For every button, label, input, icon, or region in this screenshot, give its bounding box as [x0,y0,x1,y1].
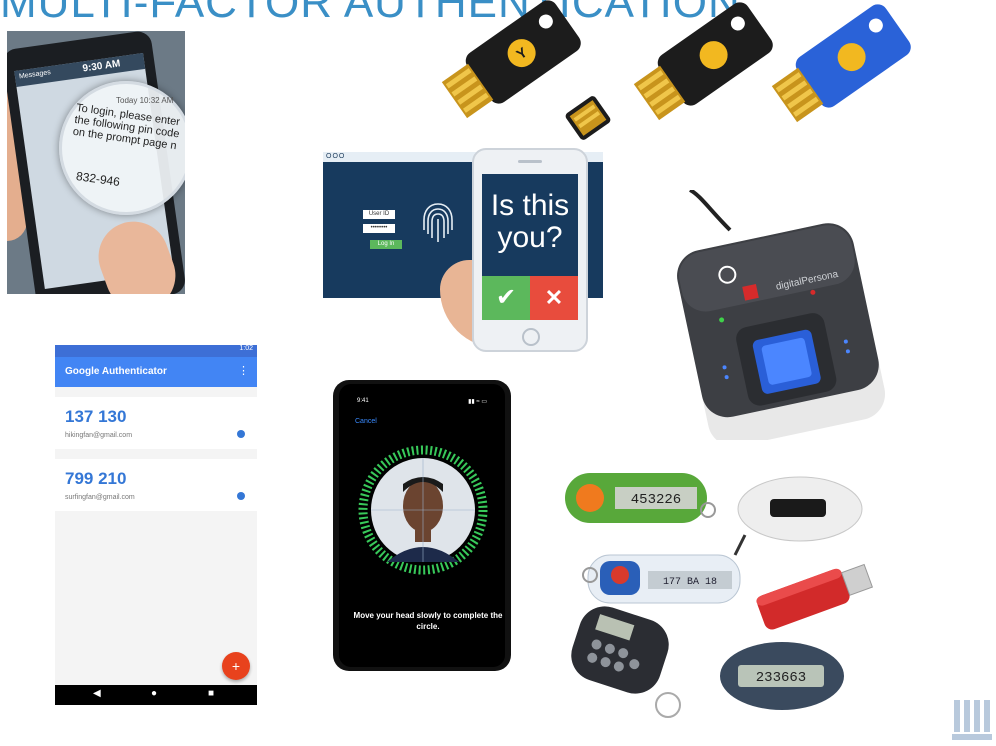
yubikey-nano [565,96,611,140]
otp-tokens-image: 453226 177 BA 18 233663 [565,473,874,718]
android-nav-bar: ◀ ● ■ [55,685,257,705]
face-id-instruction: Move your head slowly to complete the ci… [353,611,503,631]
security-key-blue [771,4,911,123]
fingerprint-icon [423,203,453,242]
red-usb-token [756,563,874,630]
green-token-display: 453226 [631,492,681,508]
user-id-field: User ID [363,210,395,219]
otp-code: 137 130 [65,407,127,426]
blue-token-display: 177 BA 18 [663,577,717,588]
phone-time: 9:41 [357,398,369,404]
hardware-keys-image: Y [441,0,911,140]
status-time: 1:02 [239,345,253,352]
speaker [518,160,542,163]
white-token [733,476,863,556]
deny-button: ✕ [530,276,578,320]
blue-token: 177 BA 18 [582,554,741,604]
app-title: Google Authenticator [65,366,167,377]
window-dots: OOO [326,153,346,160]
cancel-link[interactable]: Cancel [355,418,377,425]
password-field: •••••••• [363,224,395,233]
account-email: hikingfan@gmail.com [65,432,133,439]
face-scan-ring [358,445,488,575]
sms-pin: 832-946 [75,169,121,189]
home-nav-icon[interactable]: ● [151,688,157,699]
key-ring [655,692,681,718]
recents-nav-icon[interactable]: ■ [208,688,214,699]
push-question: Is this you? [490,189,570,254]
push-notification-phone: Is this you? ✔ ✕ [472,148,588,352]
yubikey-nfc [633,2,773,121]
yubikey-1: Y [441,0,581,119]
back-nav-icon[interactable]: ◀ [93,688,101,699]
add-account-button[interactable]: + [222,652,250,680]
google-authenticator-screen: 1:02 Google Authenticator ⋮ 137 130 hiki… [55,345,257,705]
home-button [522,328,540,346]
keypad-token [571,606,669,694]
overflow-menu-icon[interactable]: ⋮ [238,364,249,377]
approve-button: ✔ [482,276,530,320]
app-bar: Google Authenticator ⋮ [55,357,257,387]
sms-otp-image: Messages 9:30 AM Today 10:32 AM To login… [7,31,185,294]
account-card-1[interactable]: 137 130 hikingfan@gmail.com [55,397,257,449]
back-label: Messages [18,69,52,81]
countdown-timer-icon [237,492,245,500]
otp-code: 799 210 [65,469,127,488]
sms-message: To login, please enter the following pin… [72,101,181,153]
face-id-phone: 9:41 ▮▮ ≈ ▭ Cancel Move your head slowly… [333,380,511,671]
account-card-2[interactable]: 799 210 surfingfan@gmail.com [55,459,257,511]
phone-time: 9:30 AM [81,58,122,75]
oval-token: 233663 [720,642,844,710]
green-token: 453226 [565,473,716,523]
login-button: Log In [370,240,402,249]
push-screen: Is this you? ✔ ✕ [482,174,578,320]
face-id-screen: 9:41 ▮▮ ≈ ▭ Cancel Move your head slowly… [339,384,505,667]
android-status-bar: 1:02 [55,345,257,357]
message-timestamp: Today 10:32 AM [116,96,174,105]
oval-token-display: 233663 [756,670,806,686]
account-email: surfingfan@gmail.com [65,494,135,501]
magnifier-lens: Today 10:32 AM To login, please enter th… [59,81,185,215]
countdown-timer-icon [237,430,245,438]
phone-status-icons: ▮▮ ≈ ▭ [468,399,487,405]
fingerprint-reader-image: digitalPersona [677,190,886,440]
institution-logo [952,700,992,740]
